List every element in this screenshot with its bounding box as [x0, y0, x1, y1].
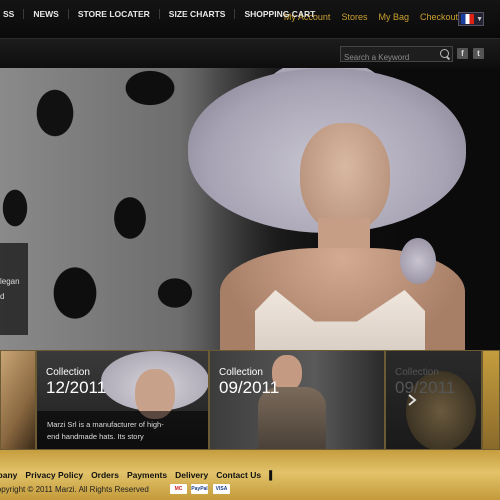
footer-link-payments[interactable]: Payments — [127, 470, 167, 480]
language-selector[interactable]: ▼ — [458, 12, 484, 26]
checkout-link[interactable]: Checkout — [420, 12, 458, 22]
nav-item-news[interactable]: NEWS — [23, 9, 68, 19]
footer-separator: ▌ — [269, 470, 276, 480]
collection-date: 09/2011 — [219, 378, 280, 397]
chevron-down-icon: ▼ — [476, 15, 483, 23]
footer-link-delivery[interactable]: Delivery — [175, 470, 208, 480]
carousel-item[interactable]: Collection 09/2011 — [385, 350, 482, 450]
search-icon[interactable] — [440, 49, 449, 58]
my-bag-link[interactable]: My Bag — [378, 12, 409, 22]
collection-description: Marzi Srl is a manufacturer of high-end … — [47, 420, 164, 441]
nav-item-store-locater[interactable]: STORE LOCATER — [67, 9, 159, 19]
mastercard-icon: MC — [170, 484, 187, 494]
collection-title: Collection — [46, 367, 90, 378]
footer-link-contact-us[interactable]: Contact Us — [216, 470, 261, 480]
footer-links: mpany Privacy Policy Orders Payments Del… — [0, 470, 275, 480]
stores-link[interactable]: Stores — [341, 12, 367, 22]
footer-link-company[interactable]: mpany — [0, 470, 17, 480]
next-arrow-icon[interactable] — [405, 393, 419, 407]
facebook-icon[interactable]: f — [457, 48, 468, 59]
nav-menu: SS NEWS STORE LOCATER SIZE CHARTS SHOPPI… — [0, 9, 324, 19]
carousel-edge — [482, 350, 500, 450]
hero-text: legan d — [0, 277, 20, 301]
nav-item-truncated[interactable]: SS — [0, 9, 23, 19]
flower-corsage — [400, 238, 436, 284]
hero-banner[interactable]: legan d — [0, 68, 500, 350]
footer-link-orders[interactable]: Orders — [91, 470, 119, 480]
search-input[interactable] — [341, 50, 439, 65]
paypal-icon: PayPal — [191, 484, 208, 494]
france-flag-icon — [461, 14, 475, 24]
collection-title: Collection — [219, 367, 263, 378]
collection-date: 12/2011 — [46, 378, 107, 397]
carousel-item[interactable]: Collection 09/2011 — [209, 350, 385, 450]
search-box — [340, 46, 453, 65]
visa-icon: VISA — [213, 484, 230, 494]
model-face — [300, 123, 390, 233]
footer-link-privacy-policy[interactable]: Privacy Policy — [25, 470, 83, 480]
twitter-icon[interactable]: t — [473, 48, 484, 59]
nav-item-shopping-cart[interactable]: SHOPPING CART — [234, 9, 324, 19]
nav-item-size-charts[interactable]: SIZE CHARTS — [158, 9, 235, 19]
collection-title: Collection — [395, 367, 439, 378]
carousel-item[interactable]: Collection 12/2011 Marzi Srl is a manufa… — [36, 350, 209, 450]
copyright-text: Copyright © 2011 Marzi. All Rights Reser… — [0, 485, 149, 494]
carousel-item-partial[interactable] — [0, 350, 36, 450]
